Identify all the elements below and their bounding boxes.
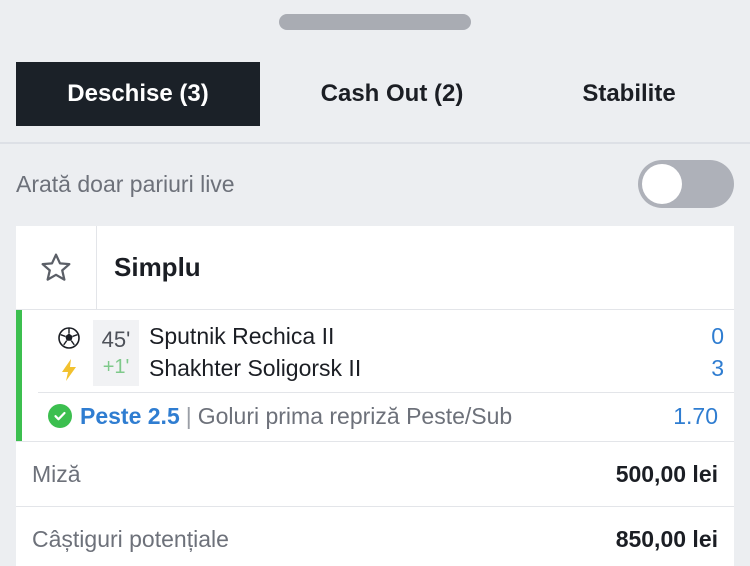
match-icons xyxy=(54,322,84,386)
stake-label: Miză xyxy=(32,460,81,487)
home-team-name: Sputnik Rechica II xyxy=(149,322,335,349)
potential-winnings-row: Câștiguri potențiale 850,00 lei xyxy=(16,506,734,566)
away-team-score: 3 xyxy=(711,354,724,381)
tab-cash-out[interactable]: Cash Out (2) xyxy=(260,62,524,126)
bet-type-title: Simplu xyxy=(114,252,201,282)
team-row-home: Sputnik Rechica II 0 xyxy=(149,320,724,352)
selection-divider xyxy=(38,392,734,393)
live-filter-row: Arată doar pariuri live xyxy=(16,160,734,208)
selection-market: Goluri prima repriză Peste/Sub xyxy=(197,402,513,429)
bet-selection: Peste 2.5 | Goluri prima repriză Peste/S… xyxy=(48,398,718,434)
bet-tabs: Deschise (3) Cash Out (2) Stabilite xyxy=(16,62,734,126)
bet-card: Simplu 45' +1' Sputnik Rechica II 0 Shak… xyxy=(16,226,734,566)
star-outline-icon xyxy=(41,253,71,281)
live-filter-toggle[interactable] xyxy=(638,160,734,208)
toggle-knob xyxy=(642,164,682,204)
tabs-divider xyxy=(0,142,750,144)
live-filter-label: Arată doar pariuri live xyxy=(16,170,235,197)
away-team-name: Shakhter Soligorsk II xyxy=(149,354,362,381)
team-row-away: Shakhter Soligorsk II 3 xyxy=(149,352,724,384)
soccer-ball-icon xyxy=(54,322,84,354)
sheet-drag-handle[interactable] xyxy=(279,14,471,30)
match-event[interactable]: 45' +1' Sputnik Rechica II 0 Shakhter So… xyxy=(16,310,734,441)
match-teams: Sputnik Rechica II 0 Shakhter Soligorsk … xyxy=(149,320,724,384)
match-clock: 45' +1' xyxy=(93,320,139,386)
bet-card-header: Simplu xyxy=(16,226,734,310)
tab-open[interactable]: Deschise (3) xyxy=(16,62,260,126)
selection-separator: | xyxy=(185,402,192,429)
check-circle-icon xyxy=(48,404,72,428)
stake-value: 500,00 lei xyxy=(615,460,718,487)
favorite-button[interactable] xyxy=(16,226,97,309)
potential-winnings-label: Câștiguri potențiale xyxy=(32,525,229,552)
match-added-time: +1' xyxy=(102,356,130,378)
match-minute: 45' xyxy=(101,327,131,352)
selection-pick: Peste 2.5 xyxy=(80,402,180,429)
lightning-bolt-icon xyxy=(54,354,84,386)
potential-winnings-value: 850,00 lei xyxy=(615,525,718,552)
tab-settled[interactable]: Stabilite xyxy=(524,62,734,126)
home-team-score: 0 xyxy=(711,322,724,349)
stake-row: Miză 500,00 lei xyxy=(16,441,734,506)
selection-odds: 1.70 xyxy=(673,402,718,429)
